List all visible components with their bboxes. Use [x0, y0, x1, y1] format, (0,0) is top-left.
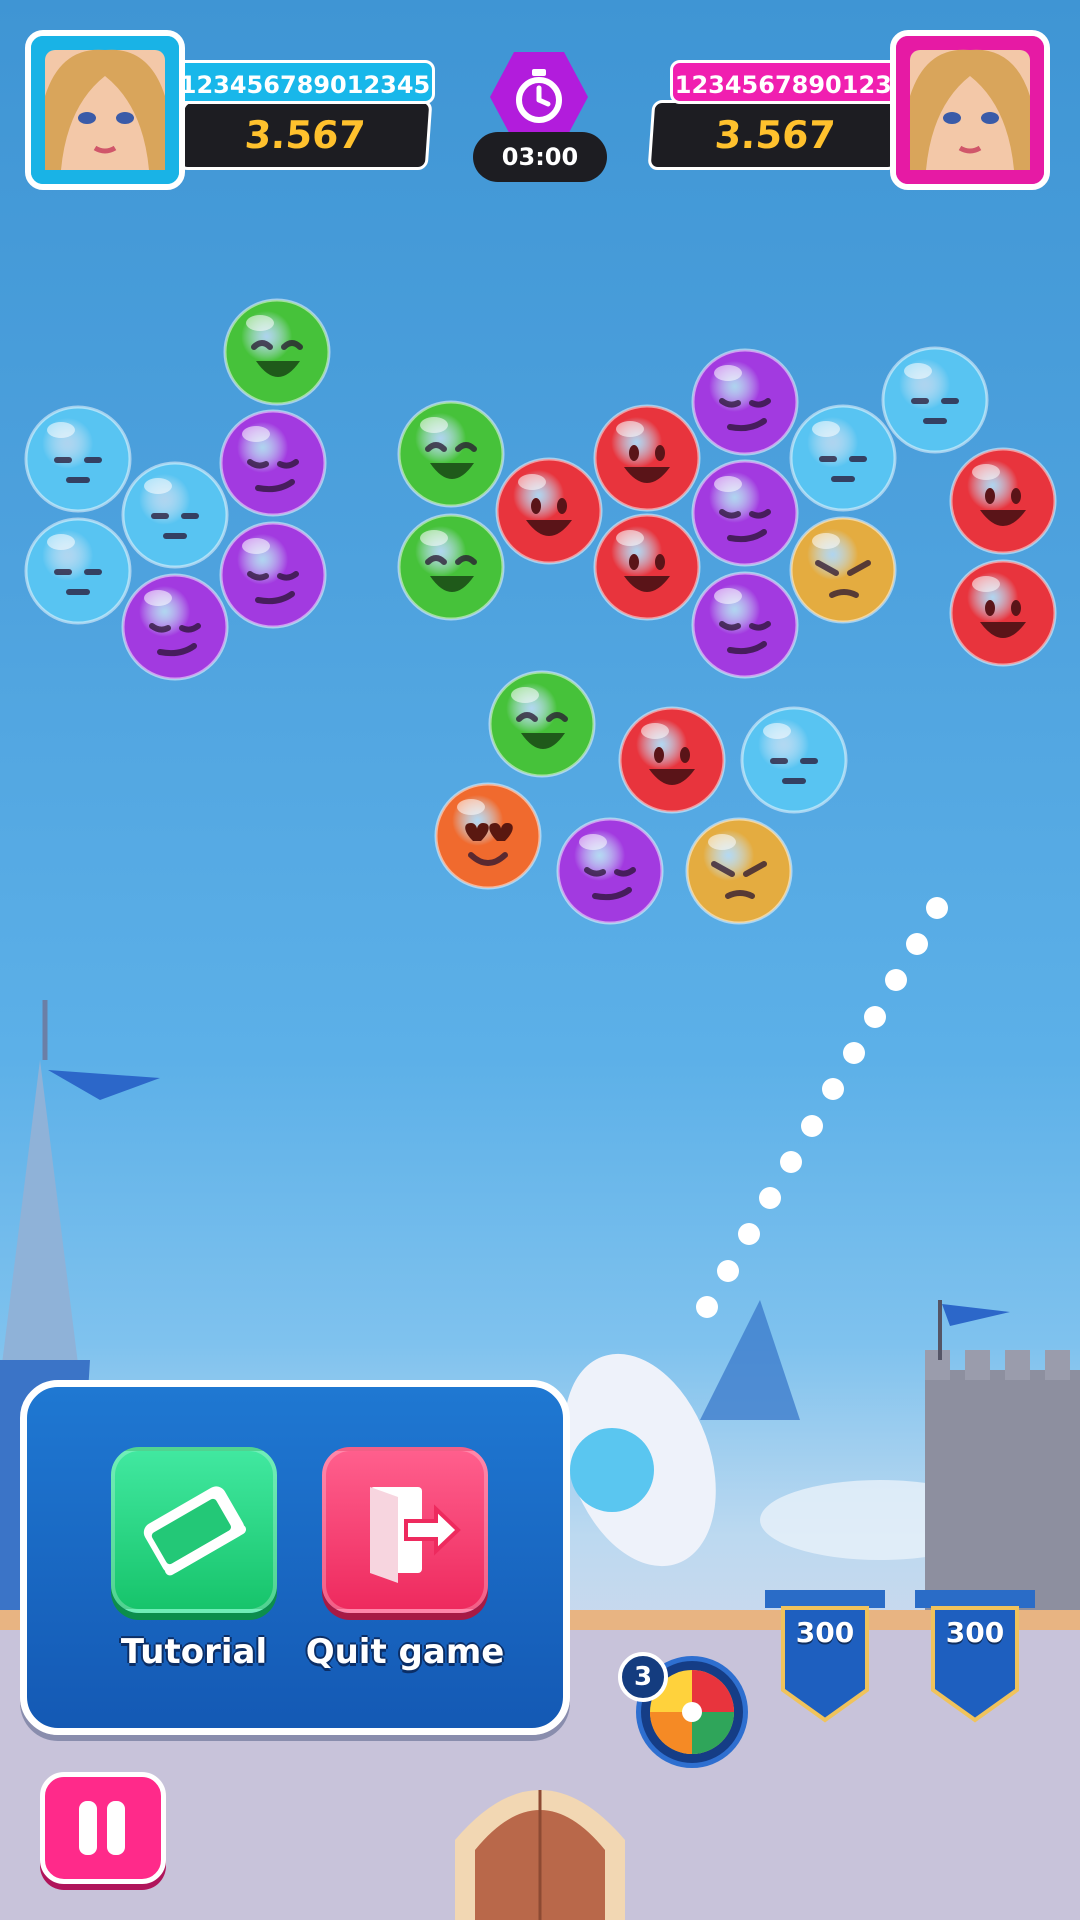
trajectory-dot	[885, 969, 907, 991]
trajectory-dot	[738, 1223, 760, 1245]
bubble-purple	[218, 520, 328, 630]
pause-menu-panel: Tutorial Quit game	[20, 1380, 570, 1735]
score-banner-2: 300	[915, 1590, 1035, 1730]
trajectory-dot	[906, 933, 928, 955]
pause-icon	[79, 1801, 125, 1855]
bubble-green	[396, 512, 506, 622]
bubble-gold	[788, 515, 898, 625]
bubble-purple	[218, 408, 328, 518]
trajectory-dot	[780, 1151, 802, 1173]
next-ball-count: 3	[618, 1652, 668, 1702]
trajectory-dot	[696, 1296, 718, 1318]
trajectory-dot	[801, 1115, 823, 1137]
player-right-avatar	[890, 30, 1050, 190]
bubble-blue	[23, 404, 133, 514]
bubble-red	[494, 456, 604, 566]
bubble-red	[592, 403, 702, 513]
bubble-red	[617, 705, 727, 815]
bubble-purple	[555, 816, 665, 926]
tutorial-button[interactable]	[111, 1447, 277, 1613]
bubble-blue	[880, 345, 990, 455]
bubble-blue	[23, 516, 133, 626]
exit-door-icon	[370, 1487, 461, 1583]
player-left-avatar	[25, 30, 185, 190]
timer-value: 03:00	[473, 132, 607, 182]
pause-button[interactable]	[40, 1772, 166, 1884]
quit-game-label: Quit game	[305, 1632, 505, 1672]
trajectory-dot	[759, 1187, 781, 1209]
player-left-name: 123456789012345	[175, 60, 435, 104]
bubble-gold	[684, 816, 794, 926]
bubble-purple	[120, 572, 230, 682]
bubble-orange	[433, 781, 543, 891]
bubble-blue	[739, 705, 849, 815]
quit-game-button[interactable]	[322, 1447, 488, 1613]
trajectory-dot	[926, 897, 948, 919]
book-icon	[143, 1486, 247, 1576]
player-right-score: 3.567	[647, 100, 903, 170]
bubble-green	[487, 669, 597, 779]
bubble-purple	[690, 458, 800, 568]
player-left-card: 3.567 123456789012345	[25, 30, 435, 190]
trajectory-dot	[822, 1078, 844, 1100]
bubble-green	[222, 297, 332, 407]
tutorial-label: Tutorial	[120, 1632, 268, 1672]
stopwatch-icon	[490, 52, 588, 142]
bubble-blue	[120, 460, 230, 570]
player-left-score: 3.567	[177, 100, 433, 170]
bubble-red	[948, 558, 1058, 668]
trajectory-dot	[843, 1042, 865, 1064]
trajectory-dot	[864, 1006, 886, 1028]
player-right-card: 3.567 123456789012345	[647, 30, 1060, 190]
bubble-purple	[690, 347, 800, 457]
score-banner-1: 300	[765, 1590, 885, 1730]
bubble-red	[592, 512, 702, 622]
bubble-red	[948, 446, 1058, 556]
bubble-purple	[690, 570, 800, 680]
trajectory-dot	[717, 1260, 739, 1282]
bubble-green	[396, 399, 506, 509]
